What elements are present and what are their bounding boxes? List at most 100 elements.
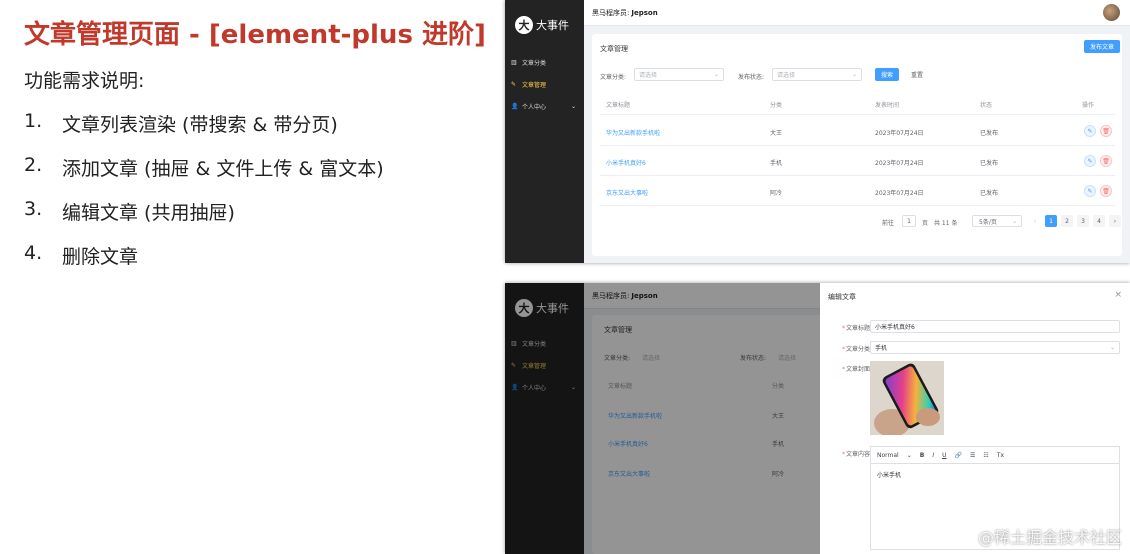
chevron-down-icon[interactable]: ⌄ <box>907 452 912 459</box>
header-prefix: 黑马程序员: <box>592 8 630 17</box>
article-list-screenshot: 大 大事件 ▥ 文章分类 ✎ 文章管理 👤 个人中心 ⌄ 黑马程序员: Jeps… <box>505 0 1130 263</box>
logo-text: 大事件 <box>536 19 569 32</box>
article-time: 2023年07月24日 <box>875 190 924 197</box>
list-item-text: 编辑文章 (共用抽屉) <box>62 202 235 224</box>
delete-button[interactable]: 🗑 <box>1100 155 1112 167</box>
next-page-button[interactable]: › <box>1109 215 1121 227</box>
row-divider <box>600 205 1115 206</box>
page-2-button[interactable]: 2 <box>1061 215 1073 227</box>
pagination-total: 共 11 条 <box>934 220 958 227</box>
underline-icon[interactable]: U <box>942 452 946 459</box>
page-3-button[interactable]: 3 <box>1077 215 1089 227</box>
row-divider <box>600 145 1115 146</box>
title-input[interactable]: 小米手机真好6 <box>870 320 1120 333</box>
edit-button[interactable]: ✎ <box>1084 155 1096 167</box>
category-field-select[interactable]: 手机 ⌄ <box>870 341 1120 354</box>
page-size-value: 5条/页 <box>979 218 997 226</box>
bold-icon[interactable]: B <box>920 452 925 459</box>
chevron-down-icon: ⌄ <box>1011 217 1017 225</box>
delete-button[interactable]: 🗑 <box>1100 185 1112 197</box>
clear-format-icon[interactable]: Tx <box>997 452 1004 459</box>
close-icon[interactable]: × <box>1114 290 1122 300</box>
sidebar-item-category[interactable]: ▥ 文章分类 <box>505 51 584 73</box>
state-select-placeholder: 请选择 <box>777 72 796 79</box>
user-icon: 👤 <box>511 102 519 110</box>
article-category: 手机 <box>770 160 783 167</box>
logo-icon: 大 <box>515 16 533 34</box>
ordered-list-icon[interactable]: ☰ <box>970 452 975 459</box>
trash-icon: 🗑 <box>1102 187 1110 195</box>
trash-icon: 🗑 <box>1102 157 1110 165</box>
italic-icon[interactable]: I <box>932 452 934 459</box>
add-article-button[interactable]: 发布文章 <box>1084 40 1120 53</box>
list-item: 1. 文章列表渲染 (带搜索 & 带分页) <box>24 110 384 154</box>
pagination-goto-input[interactable]: 1 <box>902 215 916 227</box>
cover-image[interactable] <box>870 361 944 435</box>
header-username: Jepson <box>631 8 658 17</box>
editor-toolbar: Normal ⌄ B I U 🔗 ☰ ☷ Tx <box>871 447 1119 464</box>
list-item-number: 1. <box>24 110 43 132</box>
pagination-page-suffix: 页 <box>922 220 929 227</box>
avatar[interactable] <box>1103 4 1120 21</box>
link-icon[interactable]: 🔗 <box>955 452 962 459</box>
watermark: @稀土掘金技术社区 <box>977 528 1122 547</box>
category-field-value: 手机 <box>875 345 888 352</box>
article-time: 2023年07月24日 <box>875 160 924 167</box>
article-category: 阿冷 <box>770 190 783 197</box>
article-state: 已发布 <box>980 190 999 197</box>
page-1-button[interactable]: 1 <box>1045 215 1057 227</box>
column-header-category: 分类 <box>770 102 783 109</box>
article-time: 2023年07月24日 <box>875 130 924 137</box>
search-button[interactable]: 搜索 <box>875 68 899 81</box>
sidebar-item-articles[interactable]: ✎ 文章管理 <box>505 73 584 95</box>
page-size-select[interactable]: 5条/页 ⌄ <box>972 215 1022 227</box>
state-filter-label: 发布状态: <box>738 74 765 81</box>
reset-button[interactable]: 重置 <box>905 68 929 81</box>
top-header: 黑马程序员: Jepson <box>584 0 1130 26</box>
edit-button[interactable]: ✎ <box>1084 125 1096 137</box>
logo: 大 大事件 <box>515 12 575 38</box>
row-divider <box>600 114 1115 115</box>
prev-page-button[interactable]: ‹ <box>1029 215 1041 227</box>
chevron-down-icon: ⌄ <box>713 71 719 78</box>
article-title-link[interactable]: 小米手机真好6 <box>606 158 646 167</box>
delete-button[interactable]: 🗑 <box>1100 125 1112 137</box>
article-card: 文章管理 发布文章 文章分类: 请选择 ⌄ 发布状态: 请选择 ⌄ 搜索 重置 … <box>592 34 1122 256</box>
list-item: 3. 编辑文章 (共用抽屉) <box>24 198 384 242</box>
heading-select[interactable]: Normal <box>877 452 899 459</box>
requirements-heading: 功能需求说明: <box>24 70 145 92</box>
requirements-list: 1. 文章列表渲染 (带搜索 & 带分页) 2. 添加文章 (抽屉 & 文件上传 &… <box>24 110 384 286</box>
bullet-list-icon[interactable]: ☷ <box>983 452 988 459</box>
category-select-placeholder: 请选择 <box>639 72 658 79</box>
edit-icon: ✎ <box>1087 157 1093 165</box>
page-4-button[interactable]: 4 <box>1093 215 1105 227</box>
state-select[interactable]: 请选择 ⌄ <box>772 68 862 81</box>
category-filter-label: 文章分类: <box>600 74 627 81</box>
article-state: 已发布 <box>980 130 999 137</box>
sidebar-item-profile[interactable]: 👤 个人中心 ⌄ <box>505 95 584 117</box>
article-title-link[interactable]: 京东又出大事啦 <box>606 188 648 197</box>
edit-icon: ✎ <box>1087 187 1093 195</box>
sidebar-item-label: 个人中心 <box>522 103 547 111</box>
article-state: 已发布 <box>980 160 999 167</box>
article-category: 大王 <box>770 130 783 137</box>
edit-icon: ✎ <box>1087 127 1093 135</box>
column-header-time: 发表时间 <box>875 102 900 109</box>
category-icon: ▥ <box>511 58 517 66</box>
list-item-number: 3. <box>24 198 43 220</box>
article-title-link[interactable]: 华为又出新款手机啦 <box>606 128 660 137</box>
list-item-number: 4. <box>24 242 43 264</box>
list-item-text: 文章列表渲染 (带搜索 & 带分页) <box>62 114 338 136</box>
chevron-down-icon: ⌄ <box>570 102 576 110</box>
cover-field-label: *文章封面 <box>841 366 870 373</box>
list-item-text: 删除文章 <box>62 246 139 268</box>
category-select[interactable]: 请选择 ⌄ <box>634 68 724 81</box>
list-item-number: 2. <box>24 154 43 176</box>
edit-button[interactable]: ✎ <box>1084 185 1096 197</box>
sidebar: 大 大事件 ▥ 文章分类 ✎ 文章管理 👤 个人中心 ⌄ <box>505 0 584 263</box>
list-item: 2. 添加文章 (抽屉 & 文件上传 & 富文本) <box>24 154 384 198</box>
editor-content[interactable]: 小米手机 <box>871 464 1119 485</box>
edit-drawer-screenshot: 大 大事件 ▥ 文章分类 ✎ 文章管理 👤 个人中心 ⌄ 黑马程序员: Jeps… <box>505 283 1130 554</box>
drawer-title: 编辑文章 <box>828 293 856 301</box>
phone-photo-icon <box>870 361 944 435</box>
